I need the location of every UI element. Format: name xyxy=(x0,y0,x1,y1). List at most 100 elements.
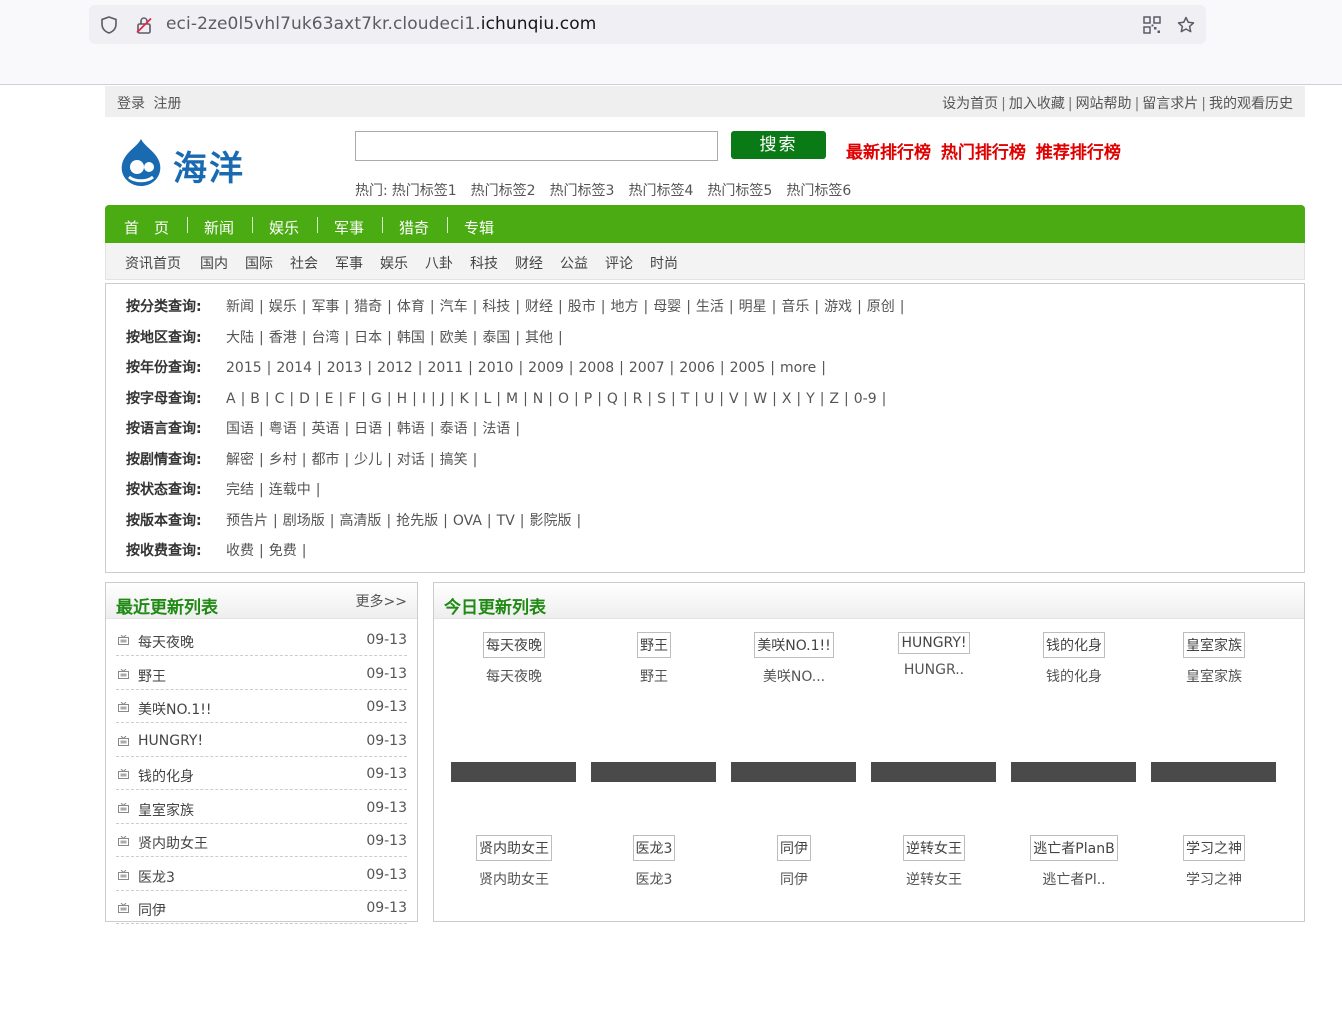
filter-option[interactable]: 猎奇 xyxy=(354,299,382,315)
filter-option[interactable]: TV xyxy=(497,513,515,529)
subnav-item[interactable]: 科技 xyxy=(470,253,498,273)
hot-tag[interactable]: 热门标签2 xyxy=(471,183,536,199)
login-link[interactable]: 登录 xyxy=(117,96,145,112)
item-name[interactable]: HUNGRY! xyxy=(138,733,203,749)
filter-option[interactable]: 2008 xyxy=(579,360,615,376)
filter-option[interactable]: G xyxy=(371,391,382,407)
filter-option[interactable]: Z xyxy=(829,391,839,407)
filter-option[interactable]: E xyxy=(325,391,334,407)
video-caption[interactable]: 学习之神 xyxy=(1151,869,1277,889)
filter-option[interactable]: V xyxy=(729,391,739,407)
filter-option[interactable]: M xyxy=(506,391,518,407)
filter-option[interactable]: 明星 xyxy=(739,299,767,315)
filter-option[interactable]: 预告片 xyxy=(226,513,268,529)
filter-option[interactable]: 英语 xyxy=(311,421,339,437)
filter-option[interactable]: 法语 xyxy=(482,421,510,437)
nav-album[interactable]: 专辑 xyxy=(464,217,494,238)
video-title-button[interactable]: 每天夜晚 xyxy=(483,632,545,658)
filter-option[interactable]: 影院版 xyxy=(530,513,572,529)
filter-option[interactable]: 台湾 xyxy=(311,330,339,346)
filter-option[interactable]: more xyxy=(780,360,816,376)
filter-option[interactable]: 泰语 xyxy=(440,421,468,437)
video-caption[interactable]: 医龙3 xyxy=(591,869,717,889)
subnav-item[interactable]: 军事 xyxy=(335,253,363,273)
video-thumbnail[interactable] xyxy=(1011,762,1136,782)
video-title-button[interactable]: 皇室家族 xyxy=(1183,632,1245,658)
subnav-item[interactable]: 资讯首页 xyxy=(125,253,181,273)
filter-option[interactable]: 财经 xyxy=(525,299,553,315)
hot-tag[interactable]: 热门标签5 xyxy=(707,183,772,199)
add-favorite-link[interactable]: 加入收藏 xyxy=(1009,96,1065,112)
hot-rank-link[interactable]: 热门排行榜 xyxy=(941,143,1026,163)
filter-option[interactable]: S xyxy=(657,391,666,407)
filter-option[interactable]: 剧场版 xyxy=(283,513,325,529)
item-name[interactable]: 同伊 xyxy=(138,900,166,920)
filter-option[interactable]: 生活 xyxy=(696,299,724,315)
qr-code-icon[interactable] xyxy=(1142,15,1162,35)
video-thumbnail[interactable] xyxy=(1151,762,1276,782)
filter-option[interactable]: N xyxy=(533,391,543,407)
video-title-button[interactable]: 美咲NO.1!! xyxy=(754,632,834,658)
video-title-button[interactable]: 学习之神 xyxy=(1183,835,1245,861)
filter-option[interactable]: 抢先版 xyxy=(396,513,438,529)
hot-tag[interactable]: 热门标签6 xyxy=(786,183,851,199)
filter-option[interactable]: 体育 xyxy=(397,299,425,315)
filter-option[interactable]: 游戏 xyxy=(824,299,852,315)
filter-option[interactable]: 2005 xyxy=(730,360,766,376)
video-caption[interactable]: 钱的化身 xyxy=(1011,666,1137,686)
video-thumbnail[interactable] xyxy=(731,762,856,782)
filter-option[interactable]: 2013 xyxy=(327,360,363,376)
filter-option[interactable]: 军事 xyxy=(311,299,339,315)
item-name[interactable]: 野王 xyxy=(138,666,166,686)
filter-option[interactable]: 2006 xyxy=(679,360,715,376)
filter-option[interactable]: U xyxy=(704,391,714,407)
filter-option[interactable]: K xyxy=(460,391,469,407)
item-name[interactable]: 钱的化身 xyxy=(138,766,194,786)
filter-option[interactable]: 搞笑 xyxy=(440,452,468,468)
list-item[interactable]: 野王 09-13 xyxy=(116,657,407,690)
latest-rank-link[interactable]: 最新排行榜 xyxy=(846,143,931,163)
nav-curiosity[interactable]: 猎奇 xyxy=(399,217,429,238)
nav-news[interactable]: 新闻 xyxy=(204,217,234,238)
video-title-button[interactable]: 野王 xyxy=(637,632,671,658)
video-title-button[interactable]: 同伊 xyxy=(777,835,811,861)
video-title-button[interactable]: 逃亡者PlanB xyxy=(1030,835,1118,861)
filter-option[interactable]: X xyxy=(782,391,792,407)
more-link[interactable]: 更多>> xyxy=(356,591,407,611)
video-title-button[interactable]: HUNGRY! xyxy=(898,632,970,654)
filter-option[interactable]: 收费 xyxy=(226,543,254,559)
list-item[interactable]: 医龙3 09-13 xyxy=(116,858,407,891)
item-name[interactable]: 医龙3 xyxy=(138,867,175,887)
filter-option[interactable]: F xyxy=(348,391,356,407)
register-link[interactable]: 注册 xyxy=(153,96,181,112)
subnav-item[interactable]: 社会 xyxy=(290,253,318,273)
filter-option[interactable]: R xyxy=(633,391,643,407)
filter-option[interactable]: 音乐 xyxy=(781,299,809,315)
video-thumbnail[interactable] xyxy=(591,762,716,782)
subnav-item[interactable]: 八卦 xyxy=(425,253,453,273)
nav-home[interactable]: 首 页 xyxy=(124,217,169,238)
subnav-item[interactable]: 评论 xyxy=(605,253,633,273)
nav-military[interactable]: 军事 xyxy=(334,217,364,238)
item-name[interactable]: 美咲NO.1!! xyxy=(138,699,212,719)
list-item[interactable]: 美咲NO.1!! 09-13 xyxy=(116,690,407,723)
subnav-item[interactable]: 娱乐 xyxy=(380,253,408,273)
item-name[interactable]: 贤内助女王 xyxy=(138,833,208,853)
help-link[interactable]: 网站帮助 xyxy=(1076,96,1132,112)
filter-option[interactable]: O xyxy=(558,391,569,407)
filter-option[interactable]: 日语 xyxy=(354,421,382,437)
subnav-item[interactable]: 财经 xyxy=(515,253,543,273)
video-thumbnail[interactable] xyxy=(871,762,996,782)
site-logo[interactable]: 海洋 xyxy=(115,131,255,191)
item-name[interactable]: 每天夜晚 xyxy=(138,632,194,652)
shield-icon[interactable] xyxy=(99,15,119,35)
address-bar[interactable]: eci-2ze0l5vhl7uk63axt7kr.cloudeci1.ichun… xyxy=(89,5,1206,44)
hot-tag[interactable]: 热门标签4 xyxy=(628,183,693,199)
filter-option[interactable]: 娱乐 xyxy=(269,299,297,315)
set-homepage-link[interactable]: 设为首页 xyxy=(942,96,998,112)
item-name[interactable]: 皇室家族 xyxy=(138,800,194,820)
filter-option[interactable]: 韩语 xyxy=(397,421,425,437)
filter-option[interactable]: 对话 xyxy=(397,452,425,468)
list-item[interactable]: 贤内助女王 09-13 xyxy=(116,824,407,857)
video-title-button[interactable]: 钱的化身 xyxy=(1043,632,1105,658)
